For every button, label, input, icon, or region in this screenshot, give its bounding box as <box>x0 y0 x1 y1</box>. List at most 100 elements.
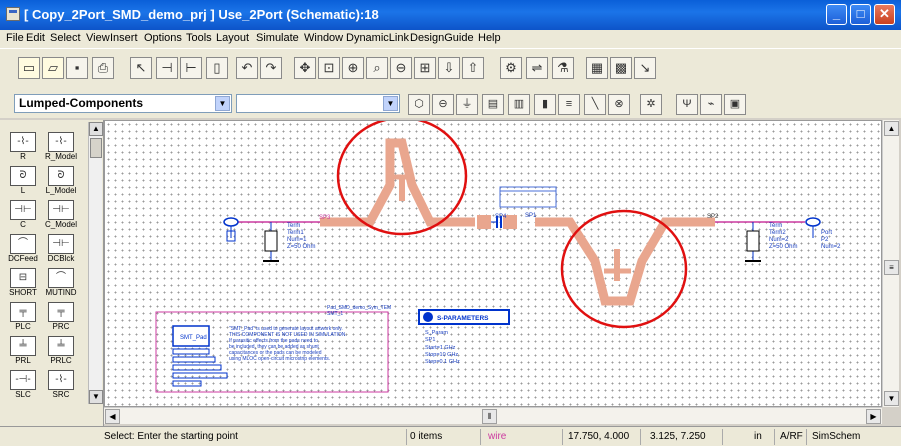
port-icon[interactable]: ⬡ <box>408 94 430 115</box>
save-icon[interactable]: ▪ <box>66 57 88 79</box>
vertical-scroll-thumb[interactable]: ≡ <box>884 260 899 275</box>
palette-item-prl[interactable]: ╧ PRL <box>6 334 40 370</box>
var-eqn-icon[interactable]: ▤ <box>482 94 504 115</box>
menu-edit[interactable]: Edit <box>26 32 45 44</box>
open-icon[interactable]: ▱ <box>42 57 64 79</box>
menu-designguide[interactable]: DesignGuide <box>410 32 474 44</box>
palette-item-l[interactable]: ᘐL <box>6 164 40 200</box>
new-icon[interactable]: ▭ <box>18 57 40 79</box>
canvas-horizontal-scrollbar[interactable]: ◀ ⦀ ▶ <box>104 407 882 424</box>
print-icon[interactable]: ⎙ <box>92 57 114 79</box>
term-right[interactable] <box>745 222 761 262</box>
palette-item-src[interactable]: -⌇- SRC <box>44 368 78 404</box>
main-toolbar: ▭ ▱ ▪ ⎙ ↖ ⊣ ⊢ ▯ ↶ ↷ ✥ ⊡ ⊕ ⌕ ⊖ ⊞ ⇩ ⇧ ⚙ ⇌ … <box>0 48 901 90</box>
palette-item-dcblck[interactable]: ⊣⊢ DCBlck <box>44 232 78 268</box>
port-left[interactable] <box>223 217 239 242</box>
mutual-inductor-icon: ⌒ <box>48 268 74 288</box>
layout-icon[interactable]: ▦ <box>586 57 608 79</box>
palette-item-plc[interactable]: ╤ PLC <box>6 300 40 336</box>
menu-select[interactable]: Select <box>50 32 81 44</box>
scroll-right-icon[interactable]: ▶ <box>866 409 881 424</box>
scroll-down-icon[interactable]: ▼ <box>89 390 103 404</box>
insert-wire-diag-icon[interactable]: ╲ <box>584 94 606 115</box>
simulate-icon[interactable]: ⚙ <box>500 57 522 79</box>
menu-dynamiclink[interactable]: DynamicLink <box>346 32 409 44</box>
redo-icon[interactable]: ↷ <box>260 57 282 79</box>
status-prompt: Select: Enter the starting point <box>104 431 238 442</box>
inductor-model-icon: ᘐ <box>48 166 74 186</box>
palette-item-prc[interactable]: ╤ PRC <box>44 300 78 336</box>
inductor-icon: ᘐ <box>10 166 36 186</box>
insert-pin-icon[interactable]: ⊢ <box>180 57 202 79</box>
term-left[interactable] <box>263 222 279 262</box>
palette-item-r[interactable]: -⌇- R <box>6 130 40 166</box>
select-arrow-icon[interactable]: ↖ <box>130 57 152 79</box>
zoom-point-icon[interactable]: ⌕ <box>366 57 388 79</box>
palette-item-short[interactable]: ⊟ SHORT <box>6 266 40 302</box>
undo-icon[interactable]: ↶ <box>236 57 258 79</box>
menu-window[interactable]: Window <box>304 32 343 44</box>
palette-item-prlc[interactable]: ╧ PRLC <box>44 334 78 370</box>
move-icon[interactable]: ✥ <box>294 57 316 79</box>
menu-simulate[interactable]: Simulate <box>256 32 299 44</box>
delete-icon[interactable]: ▯ <box>206 57 228 79</box>
menu-insert[interactable]: Insert <box>110 32 138 44</box>
close-button[interactable]: ✕ <box>874 4 895 25</box>
wire-label-icon[interactable]: ⊗ <box>608 94 630 115</box>
status-layer: A/RF <box>780 431 803 442</box>
ground-bus-icon[interactable]: ⊖ <box>432 94 454 115</box>
component-history-select[interactable]: ▼ <box>236 94 400 113</box>
display-template-icon[interactable]: ▥ <box>508 94 530 115</box>
tuning-icon[interactable]: Ψ <box>676 94 698 115</box>
scroll-down-icon[interactable]: ▼ <box>884 391 899 406</box>
generate-layout-icon[interactable]: ▩ <box>610 57 632 79</box>
maximize-button[interactable]: □ <box>850 4 871 25</box>
insert-wire-icon[interactable]: ⊣ <box>156 57 178 79</box>
chevron-down-icon: ▼ <box>215 96 230 111</box>
zoom-area-icon[interactable]: ⊡ <box>318 57 340 79</box>
smt-note-box[interactable]: SMT_Pad "SMT_Pad" is used to generate la… <box>155 305 391 393</box>
pin-label-sp4: SP4 <box>495 214 507 220</box>
schematic-canvas[interactable]: Term Term1 Num=1 Z=50 Ohm Term Term2 Num… <box>104 120 882 407</box>
histogram-icon[interactable]: ▮ <box>534 94 556 115</box>
ground-icon[interactable]: ⏚ <box>456 94 478 115</box>
pop-out-icon[interactable]: ⇧ <box>462 57 484 79</box>
canvas-vertical-scrollbar[interactable]: ▲ ≡ ▼ <box>882 120 899 407</box>
palette-item-dcfeed[interactable]: ⌒ DCFeed <box>6 232 40 268</box>
palette-scroll-thumb[interactable] <box>90 138 102 158</box>
layout-arrow-icon[interactable]: ↘ <box>634 57 656 79</box>
schematic-app-icon[interactable] <box>6 7 20 21</box>
menu-file[interactable]: File <box>6 32 24 44</box>
palette-item-slc[interactable]: -⊣- SLC <box>6 368 40 404</box>
push-into-icon[interactable]: ⇩ <box>438 57 460 79</box>
zoom-fit-icon[interactable]: ⊞ <box>414 57 436 79</box>
component-gear-icon[interactable]: ✲ <box>640 94 662 115</box>
sparams-block[interactable]: S-PARAMETERS S_Param SP1 Start=1 GHz Sto… <box>418 309 510 365</box>
minimize-button[interactable]: _ <box>826 4 847 25</box>
equation-icon[interactable]: ≡ <box>558 94 580 115</box>
menu-options[interactable]: Options <box>144 32 182 44</box>
palette-item-r-model[interactable]: -⌇- R_Model <box>44 130 78 166</box>
palette-item-mutind[interactable]: ⌒ MUTIND <box>44 266 78 302</box>
zoom-in-icon[interactable]: ⊕ <box>342 57 364 79</box>
palette-item-l-model[interactable]: ᘐ L_Model <box>44 164 78 200</box>
menu-tools[interactable]: Tools <box>186 32 212 44</box>
scroll-up-icon[interactable]: ▲ <box>884 121 899 136</box>
menu-view[interactable]: View <box>86 32 110 44</box>
optimize-icon[interactable]: ⚗ <box>552 57 574 79</box>
scroll-left-icon[interactable]: ◀ <box>105 409 120 424</box>
horizontal-scroll-thumb[interactable]: ⦀ <box>482 409 497 424</box>
palette-scrollbar[interactable]: ▲ ▼ <box>88 122 103 404</box>
graph-icon[interactable]: ⌁ <box>700 94 722 115</box>
scroll-up-icon[interactable]: ▲ <box>89 122 103 136</box>
palette-item-c-model[interactable]: ⊣⊢ C_Model <box>44 198 78 234</box>
palette-item-c[interactable]: ⊣⊢ C <box>6 198 40 234</box>
palette-select[interactable]: Lumped-Components ▼ <box>14 94 232 113</box>
menu-layout[interactable]: Layout <box>216 32 249 44</box>
menu-help[interactable]: Help <box>478 32 501 44</box>
port-right[interactable] <box>805 217 821 238</box>
schematic-drawing: Term Term1 Num=1 Z=50 Ohm Term Term2 Num… <box>155 121 841 393</box>
tune-icon[interactable]: ⇌ <box>526 57 548 79</box>
data-file-icon[interactable]: ▣ <box>724 94 746 115</box>
zoom-out-icon[interactable]: ⊖ <box>390 57 412 79</box>
